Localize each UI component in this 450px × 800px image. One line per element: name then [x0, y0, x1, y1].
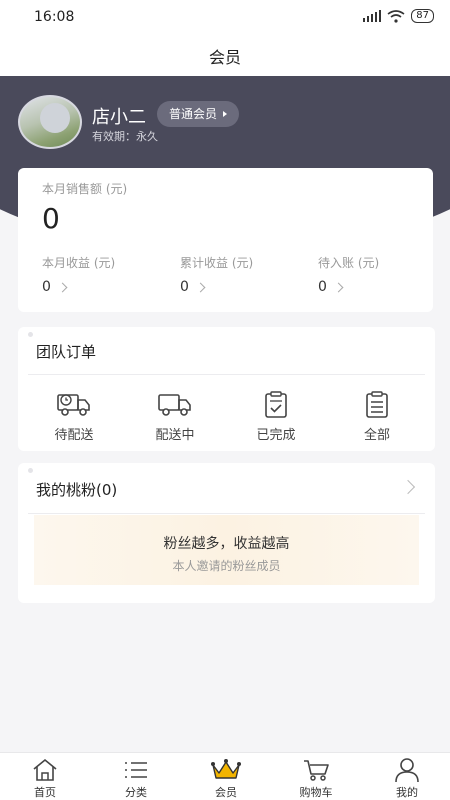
stat-label: 待入账 (元) — [318, 256, 380, 270]
stat-value: 0 — [42, 279, 51, 295]
clipboard-list-icon — [366, 391, 388, 418]
divider — [28, 374, 425, 375]
tab-member[interactable]: 会员 — [191, 757, 261, 800]
category-list-icon — [125, 762, 147, 778]
chevron-right-icon — [57, 282, 68, 292]
fans-card: 我的桃粉(0) 粉丝越多，收益越高 本人邀请的粉丝成员 — [18, 463, 435, 603]
order-label: 待配送 — [54, 428, 94, 443]
divider — [28, 513, 425, 514]
stat-pending-income[interactable]: 待入账 (元) 0 — [318, 254, 379, 295]
tab-label: 我的 — [396, 786, 418, 799]
tab-category[interactable]: 分类 — [101, 757, 171, 800]
chevron-right-icon — [333, 282, 344, 292]
fans-subtitle: 本人邀请的粉丝成员 — [172, 559, 281, 573]
home-icon — [33, 758, 57, 781]
stat-value: 0 — [180, 279, 189, 295]
team-orders-title: 团队订单 — [36, 343, 97, 361]
cart-icon — [304, 760, 329, 781]
stat-label: 累计收益 (元) — [180, 256, 254, 270]
status-icons: 87 — [363, 9, 434, 23]
caret-right-icon — [223, 111, 228, 117]
wifi-icon — [387, 9, 405, 23]
status-bar: 16:08 87 — [0, 0, 450, 34]
validity-text: 有效期：永久 — [92, 130, 158, 143]
crown-icon — [211, 759, 241, 779]
bottom-tab-bar: 首页 分类 会员 购物车 我的 — [0, 752, 450, 800]
order-completed[interactable]: 已完成 — [241, 391, 311, 443]
battery-indicator: 87 — [411, 9, 434, 23]
member-level-label: 普通会员 — [169, 107, 218, 121]
fans-title[interactable]: 我的桃粉(0) — [36, 479, 117, 500]
stat-label: 本月收益 (元) — [42, 256, 116, 270]
chevron-right-icon — [195, 282, 206, 292]
tab-home[interactable]: 首页 — [10, 757, 80, 800]
stat-value: 0 — [318, 279, 327, 295]
page-title: 会员 — [208, 48, 241, 67]
tab-mine[interactable]: 我的 — [372, 757, 442, 800]
order-label: 已完成 — [256, 428, 296, 443]
username: 店小二 — [92, 107, 146, 128]
truck-clock-icon — [57, 394, 90, 416]
nav-bar: 会员 — [0, 34, 450, 76]
clipboard-check-icon — [265, 391, 287, 418]
order-label: 配送中 — [155, 428, 195, 443]
sales-card: 本月销售额 (元) 0 本月收益 (元) 0 累计收益 (元) 0 待入账 (元… — [18, 168, 433, 312]
tab-cart[interactable]: 购物车 — [281, 757, 351, 800]
monthly-sales-label: 本月销售额 (元) — [42, 182, 128, 196]
avatar[interactable] — [18, 95, 82, 149]
tab-label: 首页 — [34, 786, 56, 799]
fans-headline: 粉丝越多，收益越高 — [163, 536, 290, 552]
user-icon — [395, 758, 419, 783]
stat-monthly-income[interactable]: 本月收益 (元) 0 — [42, 254, 115, 295]
tab-label: 分类 — [125, 786, 147, 799]
tab-label: 购物车 — [299, 786, 333, 799]
tab-label: 会员 — [215, 786, 237, 799]
order-in-delivery[interactable]: 配送中 — [140, 391, 210, 443]
order-all[interactable]: 全部 — [342, 391, 412, 443]
truck-icon — [158, 394, 191, 416]
signal-icon — [363, 10, 382, 22]
status-time: 16:08 — [34, 9, 75, 25]
stat-total-income[interactable]: 累计收益 (元) 0 — [180, 254, 253, 295]
member-level-button[interactable]: 普通会员 — [157, 101, 240, 127]
fans-banner: 粉丝越多，收益越高 本人邀请的粉丝成员 — [34, 515, 419, 585]
order-label: 全部 — [363, 428, 390, 443]
team-orders-card: 团队订单 待配送 配送中 已完成 全部 — [18, 327, 435, 451]
monthly-sales-value: 0 — [42, 202, 60, 235]
chevron-right-icon[interactable] — [400, 479, 416, 495]
order-pending-delivery[interactable]: 待配送 — [39, 391, 109, 443]
